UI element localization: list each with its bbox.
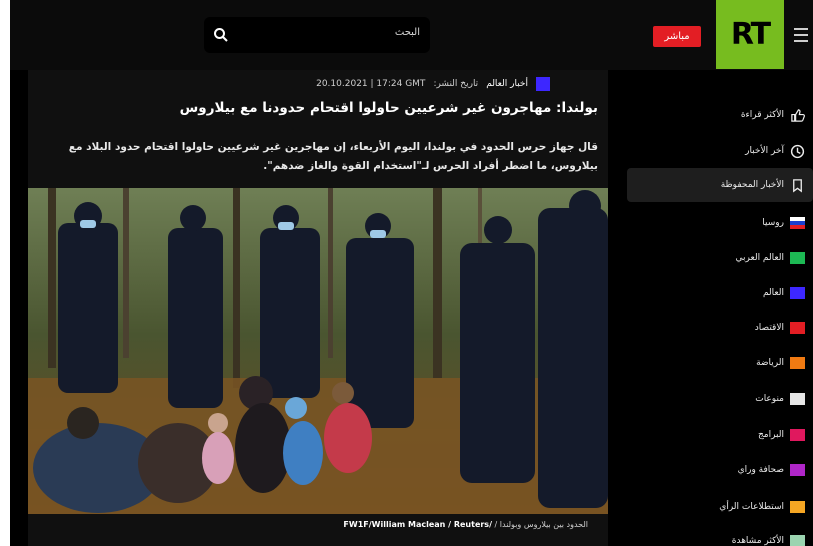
sidebar-item-label: آخر الأخبار (745, 146, 784, 156)
sidebar-item-latest-news[interactable]: آخر الأخبار (627, 136, 805, 166)
publish-datetime: 20.10.2021 | 17:24 GMT (316, 79, 426, 89)
category-color-square (536, 77, 550, 91)
section-color-swatch (790, 322, 805, 334)
thumbs-up-icon (791, 108, 805, 122)
article-meta: أخبار العالم تاريخ النشر: 20.10.2021 | 1… (316, 76, 550, 92)
sidebar-item-programs[interactable]: البرامج (627, 420, 805, 450)
sidebar-item-economy[interactable]: الاقتصاد (627, 313, 805, 343)
sidebar-item-label: الأخبار المحفوظة (720, 180, 784, 190)
sidebar-item-sports[interactable]: الرياضة (627, 348, 805, 378)
sidebar: الأكثر قراءة آخر الأخبار الأخبار المحفوظ… (618, 70, 813, 546)
article-title: بولندا: مهاجرون غير شرعيين حاولوا اقتحام… (179, 100, 598, 116)
sidebar-item-label: صحافة وراي (737, 465, 784, 475)
sidebar-item-world[interactable]: العالم (627, 278, 805, 308)
sidebar-item-label: البرامج (757, 430, 784, 440)
section-color-swatch (790, 393, 805, 405)
russia-flag-icon (790, 217, 805, 229)
sidebar-item-most-viewed[interactable]: الأكثر مشاهدة (627, 526, 805, 546)
rt-logo[interactable]: RT (716, 0, 784, 69)
sidebar-item-polls[interactable]: استطلاعات الرأي (627, 492, 805, 522)
sidebar-item-label: منوعات (755, 394, 784, 404)
sidebar-item-russia[interactable]: روسيا (627, 208, 805, 238)
search-input[interactable]: البحث (204, 17, 430, 53)
sidebar-item-label: العالم العربي (735, 253, 784, 263)
live-button[interactable]: مباشر (653, 26, 701, 47)
photo-caption: الحدود بين بيلاروس وبولندا / FW1F/Willia… (343, 520, 588, 529)
bookmark-icon (793, 178, 802, 192)
category-link[interactable]: أخبار العالم (486, 79, 528, 89)
sidebar-item-saved-news[interactable]: الأخبار المحفوظة (627, 168, 813, 202)
section-color-swatch (790, 501, 805, 513)
photo-caption-credit: FW1F/William Maclean / Reuters/ (343, 520, 492, 529)
search-icon[interactable] (212, 26, 230, 44)
section-color-swatch (790, 357, 805, 369)
sidebar-item-label: روسيا (762, 218, 784, 228)
sidebar-item-label: الرياضة (756, 358, 784, 368)
sidebar-item-label: الاقتصاد (754, 323, 784, 333)
section-color-swatch (790, 252, 805, 264)
top-bar: البحث مباشر RT (10, 0, 813, 70)
section-color-swatch (790, 429, 805, 441)
section-color-swatch (790, 464, 805, 476)
photo-caption-prefix: الحدود بين بيلاروس وبولندا / (494, 520, 588, 529)
sidebar-item-misc[interactable]: منوعات (627, 384, 805, 414)
sidebar-item-most-read[interactable]: الأكثر قراءة (627, 100, 805, 130)
sidebar-item-arab-world[interactable]: العالم العربي (627, 243, 805, 273)
sidebar-item-press-opinion[interactable]: صحافة وراي (627, 455, 805, 485)
browser-viewport: البحث مباشر RT أخبار العالم تاريخ النشر:… (10, 0, 813, 546)
search-placeholder: البحث (394, 27, 420, 38)
sidebar-item-label: الأكثر مشاهدة (731, 536, 784, 546)
hamburger-menu-icon[interactable] (794, 28, 808, 42)
section-color-swatch (790, 287, 805, 299)
section-color-swatch (790, 535, 805, 546)
sidebar-item-label: استطلاعات الرأي (719, 502, 784, 512)
rt-logo-text: RT (730, 17, 771, 52)
sidebar-item-label: العالم (762, 288, 784, 298)
sidebar-item-label: الأكثر قراءة (740, 110, 784, 120)
article-photo (28, 188, 608, 514)
clock-icon (790, 144, 805, 158)
article-lead: قال جهاز حرس الحدود في بولندا، اليوم الأ… (68, 141, 598, 172)
article: أخبار العالم تاريخ النشر: 20.10.2021 | 1… (28, 70, 608, 546)
publish-label: تاريخ النشر: (433, 79, 479, 89)
